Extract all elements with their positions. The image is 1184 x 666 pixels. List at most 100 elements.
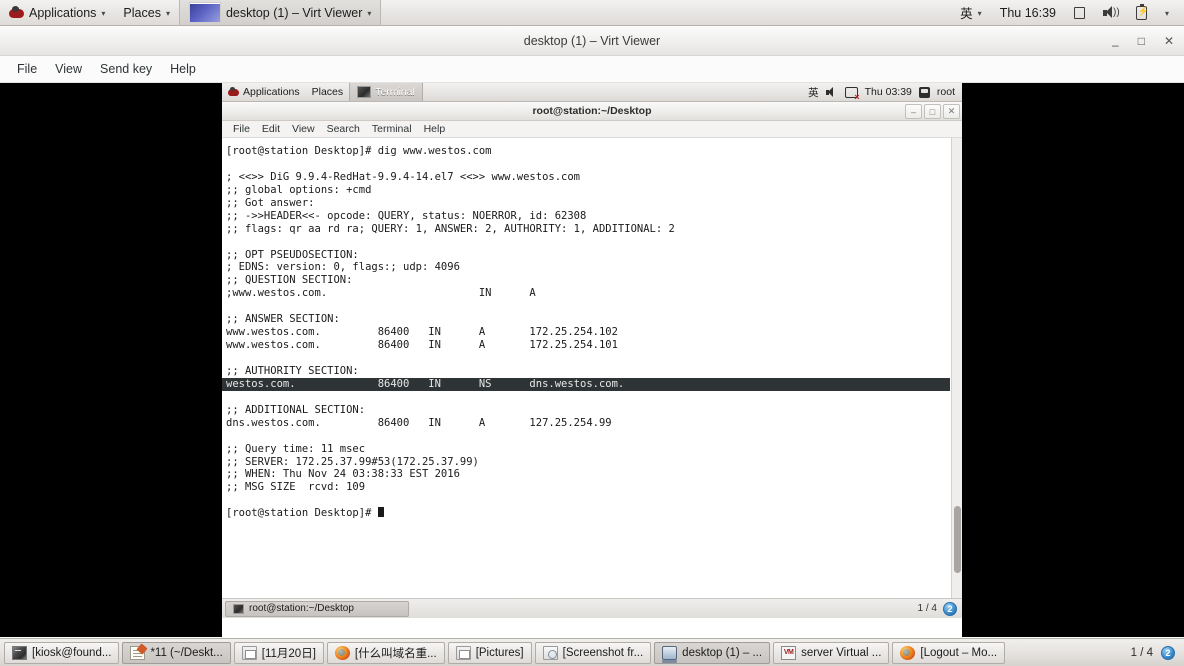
guest-user-label[interactable]: root	[937, 86, 955, 98]
guest-desktop: Applications Places Terminal 英 Thu 03:39	[222, 83, 962, 637]
guest-workspace-label[interactable]: 1 / 4	[918, 603, 937, 614]
terminal-line: ;; ADDITIONAL SECTION:	[226, 403, 366, 416]
host-taskbar-right: 1 / 4 2	[1131, 645, 1180, 660]
terminal-menu-search[interactable]: Search	[321, 123, 366, 135]
guest-places-menu[interactable]: Places	[306, 83, 350, 101]
host-top-panel: Applications ▾ Places ▾ desktop (1) – Vi…	[0, 0, 1184, 26]
guest-workspace-badge[interactable]: 2	[943, 601, 957, 616]
terminal-line: ;; ANSWER SECTION:	[226, 313, 340, 326]
terminal-minimize-button[interactable]: –	[905, 104, 922, 119]
host-battery-indicator[interactable]	[1127, 0, 1156, 25]
screen: Applications ▾ Places ▾ desktop (1) – Vi…	[0, 0, 1184, 666]
firefox-icon	[900, 645, 916, 660]
taskbar-item-label: [Logout – Mo...	[920, 646, 998, 659]
host-system-menu[interactable]: ▾	[1156, 0, 1178, 25]
terminal-scrollbar[interactable]	[951, 138, 962, 598]
chevron-down-icon: ▾	[165, 8, 170, 18]
taskbar-item-label: *11 (~/Deskt...	[150, 646, 223, 659]
terminal-maximize-button[interactable]: □	[924, 104, 941, 119]
host-workspace-badge[interactable]: 2	[1161, 645, 1175, 660]
menu-send-key[interactable]: Send key	[91, 56, 161, 82]
host-input-method-indicator[interactable]: 英 ▾	[951, 0, 991, 25]
host-volume-indicator[interactable]: ))	[1094, 0, 1127, 25]
taskbar-item-desktop-virt-viewer[interactable]: desktop (1) – ...	[654, 641, 771, 664]
network-disconnected-icon[interactable]	[844, 86, 860, 102]
display-icon	[1073, 6, 1085, 19]
virt-viewer-thumbnail-icon	[188, 2, 221, 23]
host-workspace-label[interactable]: 1 / 4	[1131, 647, 1153, 659]
chevron-down-icon: ▾	[101, 8, 106, 18]
guest-canvas[interactable]: Applications Places Terminal 英 Thu 03:39	[0, 83, 1184, 637]
taskbar-item-logout[interactable]: [Logout – Mo...	[892, 641, 1006, 664]
taskbar-item-pictures[interactable]: [Pictures]	[447, 641, 532, 664]
terminal-line-selected: westos.com. 86400 IN NS dns.westos.com.	[222, 377, 950, 391]
terminal-line: ;; AUTHORITY SECTION:	[226, 364, 359, 377]
terminal-line: ;; Query time: 11 msec	[226, 442, 366, 455]
host-clock[interactable]: Thu 16:39	[991, 0, 1065, 25]
host-panel-left: Applications ▾ Places ▾ desktop (1) – Vi…	[0, 0, 382, 25]
terminal-line: www.westos.com. 86400 IN A 172.25.254.10…	[226, 339, 618, 352]
host-display-indicator[interactable]	[1065, 0, 1094, 25]
taskbar-item-kiosk[interactable]: [kiosk@found...	[4, 641, 120, 664]
terminal-menu-terminal[interactable]: Terminal	[366, 123, 418, 135]
host-active-window-menu[interactable]: desktop (1) – Virt Viewer ▾	[178, 0, 382, 25]
terminal-titlebar[interactable]: root@station:~/Desktop – □ ✕	[222, 102, 962, 121]
guest-top-panel: Applications Places Terminal 英 Thu 03:39	[222, 83, 962, 102]
virt-viewer-titlebar[interactable]: desktop (1) – Virt Viewer – □ ✕	[0, 26, 1184, 56]
terminal-output[interactable]: [root@station Desktop]# dig www.westos.c…	[222, 138, 962, 598]
guest-input-method[interactable]: 英	[808, 85, 819, 100]
menu-file[interactable]: File	[8, 56, 46, 82]
input-method-label: 英	[960, 7, 973, 21]
terminal-line: ; EDNS: version: 0, flags:; udp: 4096	[226, 261, 460, 274]
volume-icon[interactable]	[825, 87, 838, 97]
terminal-menu-file[interactable]: File	[227, 123, 256, 135]
document-icon	[241, 645, 257, 660]
guest-window-menu-terminal[interactable]: Terminal	[349, 83, 423, 101]
menu-help[interactable]: Help	[161, 56, 205, 82]
minimize-button[interactable]: –	[1112, 39, 1119, 51]
terminal-line: ;; OPT PSEUDOSECTION:	[226, 248, 359, 261]
guest-applications-label: Applications	[243, 86, 300, 98]
menu-view[interactable]: View	[46, 56, 91, 82]
terminal-scrollbar-thumb[interactable]	[954, 506, 961, 573]
terminal-menu-view[interactable]: View	[286, 123, 321, 135]
guest-clock[interactable]: Thu 03:39	[865, 86, 912, 98]
host-applications-menu[interactable]: Applications ▾	[0, 0, 114, 25]
terminal-close-button[interactable]: ✕	[943, 104, 960, 119]
taskbar-item-server-virtual[interactable]: VM server Virtual ...	[773, 641, 890, 664]
chevron-down-icon: ▾	[977, 8, 982, 18]
terminal-menu-help[interactable]: Help	[418, 123, 452, 135]
taskbar-item-screenshot[interactable]: [Screenshot fr...	[534, 641, 652, 664]
battery-icon	[1135, 3, 1149, 20]
close-button[interactable]: ✕	[1164, 35, 1174, 47]
terminal-title: root@station:~/Desktop	[532, 105, 652, 117]
terminal-prompt: [root@station Desktop]#	[226, 507, 378, 520]
guest-taskbar: root@station:~/Desktop 1 / 4 2	[222, 598, 962, 618]
guest-places-label: Places	[311, 86, 344, 98]
monitor-icon	[662, 645, 678, 663]
host-places-menu[interactable]: Places ▾	[114, 0, 179, 25]
taskbar-item-label: [kiosk@found...	[32, 646, 112, 659]
terminal-line: www.westos.com. 86400 IN A 172.25.254.10…	[226, 326, 618, 339]
taskbar-item-document-nov20[interactable]: [11月20日]	[233, 641, 324, 664]
terminal-line: ;; WHEN: Thu Nov 24 03:38:33 EST 2016	[226, 468, 460, 481]
terminal-line: ;; Got answer:	[226, 196, 315, 209]
guest-applications-menu[interactable]: Applications	[222, 83, 306, 101]
terminal-line: ;; ->>HEADER<<- opcode: QUERY, status: N…	[226, 209, 587, 222]
taskbar-item-editor[interactable]: *11 (~/Deskt...	[122, 641, 231, 664]
taskbar-item-label: [Pictures]	[475, 646, 524, 659]
guest-taskbar-item-terminal[interactable]: root@station:~/Desktop	[225, 600, 409, 617]
maximize-button[interactable]: □	[1138, 35, 1145, 47]
terminal-line: [root@station Desktop]# dig www.westos.c…	[226, 145, 492, 157]
taskbar-item-browser-domain[interactable]: [什么叫域名重...	[326, 641, 445, 664]
chevron-down-icon: ▾	[1164, 8, 1169, 18]
guest-panel-indicators: 英 Thu 03:39 root	[808, 85, 962, 102]
terminal-menu-edit[interactable]: Edit	[256, 123, 286, 135]
chevron-down-icon: ▾	[367, 8, 372, 18]
terminal-line: ;www.westos.com. IN A	[226, 287, 536, 300]
